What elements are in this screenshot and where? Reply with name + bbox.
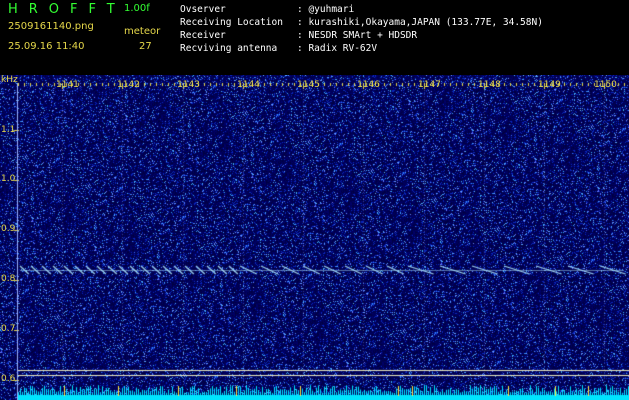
x-tick-label: 1143 xyxy=(177,80,200,90)
x-tick-label: 1149 xyxy=(538,80,561,90)
observer-label: Ovserver xyxy=(180,4,226,15)
y-tick-label: 0.7 xyxy=(1,324,16,334)
filename-label: 2509161140.png xyxy=(8,21,94,32)
datetime-label: 25.09.16 11:40 xyxy=(8,41,85,52)
version-label: 1.00f xyxy=(124,3,150,14)
y-tick-label: 1.1 xyxy=(1,125,16,135)
spectrogram xyxy=(0,75,629,400)
x-tick-label: 1144 xyxy=(237,80,260,90)
x-tick-label: 1146 xyxy=(357,80,380,90)
meteor-count: 27 xyxy=(139,41,152,52)
x-tick-label: 1142 xyxy=(117,80,140,90)
x-tick-label: 1145 xyxy=(297,80,320,90)
y-tick-label: 0.6 xyxy=(1,374,16,384)
x-tick-label: 1141 xyxy=(56,80,79,90)
y-axis-unit: kHz xyxy=(1,75,18,85)
y-tick-label: 0.8 xyxy=(1,274,16,284)
antenna-value: : Radix RV-62V xyxy=(297,43,378,54)
x-tick-label: 1150 xyxy=(594,80,617,90)
receiver-value: : NESDR SMArt + HDSDR xyxy=(297,30,418,41)
location-label: Receiving Location xyxy=(180,17,283,28)
y-tick-label: 1.0 xyxy=(1,174,16,184)
meteor-label: meteor xyxy=(124,26,161,37)
receiver-label: Receiver xyxy=(180,30,226,41)
x-tick-label: 1147 xyxy=(418,80,441,90)
observer-value: : @yuhmari xyxy=(297,4,355,15)
y-tick-label: 0.9 xyxy=(1,224,16,234)
location-value: : kurashiki,Okayama,JAPAN (133.77E, 34.5… xyxy=(297,17,543,28)
app-title: HROFFT xyxy=(8,2,126,17)
header-panel: HROFFT 1.00f 2509161140.png 25.09.16 11:… xyxy=(0,0,629,75)
antenna-label: Recviving antenna xyxy=(180,43,278,54)
x-tick-label: 1148 xyxy=(478,80,501,90)
